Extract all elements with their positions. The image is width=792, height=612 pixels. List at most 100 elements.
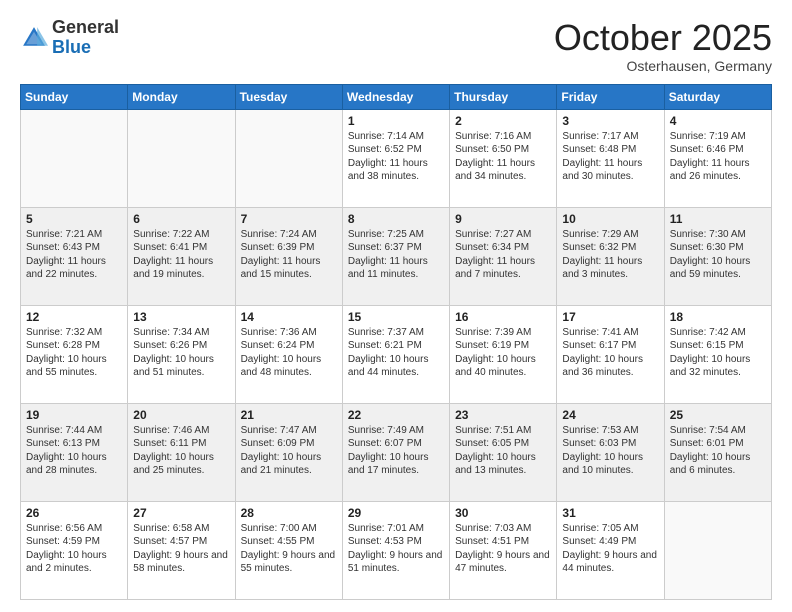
day-info: Sunrise: 7:14 AM Sunset: 6:52 PM Dayligh… <box>348 130 444 184</box>
day-number: 31 <box>562 506 658 520</box>
day-info: Sunrise: 7:37 AM Sunset: 6:21 PM Dayligh… <box>348 326 444 380</box>
day-info: Sunrise: 7:03 AM Sunset: 4:51 PM Dayligh… <box>455 522 551 576</box>
day-number: 26 <box>26 506 122 520</box>
day-info: Sunrise: 7:44 AM Sunset: 6:13 PM Dayligh… <box>26 424 122 478</box>
calendar-header-wednesday: Wednesday <box>342 84 449 109</box>
calendar-day-cell: 15 Sunrise: 7:37 AM Sunset: 6:21 PM Dayli… <box>342 305 449 403</box>
calendar-day-cell <box>128 109 235 207</box>
calendar-header-saturday: Saturday <box>664 84 771 109</box>
calendar-header-monday: Monday <box>128 84 235 109</box>
page: General Blue October 2025 Osterhausen, G… <box>0 0 792 612</box>
calendar-day-cell: 22 Sunrise: 7:49 AM Sunset: 6:07 PM Dayli… <box>342 403 449 501</box>
day-info: Sunrise: 7:30 AM Sunset: 6:30 PM Dayligh… <box>670 228 766 282</box>
day-number: 4 <box>670 114 766 128</box>
day-number: 9 <box>455 212 551 226</box>
calendar-week-row: 19 Sunrise: 7:44 AM Sunset: 6:13 PM Dayli… <box>21 403 772 501</box>
day-info: Sunrise: 7:05 AM Sunset: 4:49 PM Dayligh… <box>562 522 658 576</box>
calendar-week-row: 5 Sunrise: 7:21 AM Sunset: 6:43 PM Daylig… <box>21 207 772 305</box>
calendar-day-cell: 27 Sunrise: 6:58 AM Sunset: 4:57 PM Dayli… <box>128 501 235 599</box>
calendar-day-cell: 16 Sunrise: 7:39 AM Sunset: 6:19 PM Dayli… <box>450 305 557 403</box>
calendar-day-cell: 8 Sunrise: 7:25 AM Sunset: 6:37 PM Daylig… <box>342 207 449 305</box>
day-info: Sunrise: 7:49 AM Sunset: 6:07 PM Dayligh… <box>348 424 444 478</box>
calendar-header-sunday: Sunday <box>21 84 128 109</box>
calendar-day-cell: 24Sunrise: 7:53 AM Sunset: 6:03 PM Dayli… <box>557 403 664 501</box>
header: General Blue October 2025 Osterhausen, G… <box>20 18 772 74</box>
day-number: 15 <box>348 310 444 324</box>
day-number: 8 <box>348 212 444 226</box>
month-title: October 2025 <box>554 18 772 58</box>
day-info: Sunrise: 7:25 AM Sunset: 6:37 PM Dayligh… <box>348 228 444 282</box>
day-number: 13 <box>133 310 229 324</box>
calendar-day-cell: 10 Sunrise: 7:29 AM Sunset: 6:32 PM Dayli… <box>557 207 664 305</box>
calendar-day-cell: 13 Sunrise: 7:34 AM Sunset: 6:26 PM Dayli… <box>128 305 235 403</box>
calendar-day-cell: 1 Sunrise: 7:14 AM Sunset: 6:52 PM Daylig… <box>342 109 449 207</box>
day-number: 27 <box>133 506 229 520</box>
calendar-day-cell: 26Sunrise: 6:56 AM Sunset: 4:59 PM Dayli… <box>21 501 128 599</box>
calendar-day-cell: 14 Sunrise: 7:36 AM Sunset: 6:24 PM Dayli… <box>235 305 342 403</box>
day-number: 21 <box>241 408 337 422</box>
day-info: Sunrise: 7:51 AM Sunset: 6:05 PM Dayligh… <box>455 424 551 478</box>
day-info: Sunrise: 7:41 AM Sunset: 6:17 PM Dayligh… <box>562 326 658 380</box>
day-info: Sunrise: 7:29 AM Sunset: 6:32 PM Dayligh… <box>562 228 658 282</box>
day-number: 22 <box>348 408 444 422</box>
calendar-day-cell: 4 Sunrise: 7:19 AM Sunset: 6:46 PM Daylig… <box>664 109 771 207</box>
calendar-day-cell: 30Sunrise: 7:03 AM Sunset: 4:51 PM Dayli… <box>450 501 557 599</box>
day-info: Sunrise: 7:34 AM Sunset: 6:26 PM Dayligh… <box>133 326 229 380</box>
calendar-day-cell: 20 Sunrise: 7:46 AM Sunset: 6:11 PM Dayli… <box>128 403 235 501</box>
calendar-table: SundayMondayTuesdayWednesdayThursdayFrid… <box>20 84 772 600</box>
calendar-day-cell: 21 Sunrise: 7:47 AM Sunset: 6:09 PM Dayli… <box>235 403 342 501</box>
day-number: 1 <box>348 114 444 128</box>
day-info: Sunrise: 7:27 AM Sunset: 6:34 PM Dayligh… <box>455 228 551 282</box>
day-number: 10 <box>562 212 658 226</box>
day-number: 16 <box>455 310 551 324</box>
location-subtitle: Osterhausen, Germany <box>554 58 772 74</box>
calendar-week-row: 12Sunrise: 7:32 AM Sunset: 6:28 PM Dayli… <box>21 305 772 403</box>
calendar-day-cell: 18Sunrise: 7:42 AM Sunset: 6:15 PM Dayli… <box>664 305 771 403</box>
calendar-day-cell: 6 Sunrise: 7:22 AM Sunset: 6:41 PM Daylig… <box>128 207 235 305</box>
day-number: 14 <box>241 310 337 324</box>
calendar-day-cell <box>664 501 771 599</box>
day-info: Sunrise: 7:19 AM Sunset: 6:46 PM Dayligh… <box>670 130 766 184</box>
calendar-day-cell: 23 Sunrise: 7:51 AM Sunset: 6:05 PM Dayli… <box>450 403 557 501</box>
calendar-header-friday: Friday <box>557 84 664 109</box>
day-number: 3 <box>562 114 658 128</box>
day-info: Sunrise: 7:54 AM Sunset: 6:01 PM Dayligh… <box>670 424 766 478</box>
calendar-day-cell: 31 Sunrise: 7:05 AM Sunset: 4:49 PM Dayli… <box>557 501 664 599</box>
day-info: Sunrise: 7:24 AM Sunset: 6:39 PM Dayligh… <box>241 228 337 282</box>
calendar-day-cell: 7 Sunrise: 7:24 AM Sunset: 6:39 PM Daylig… <box>235 207 342 305</box>
day-number: 29 <box>348 506 444 520</box>
day-info: Sunrise: 7:01 AM Sunset: 4:53 PM Dayligh… <box>348 522 444 576</box>
day-info: Sunrise: 7:39 AM Sunset: 6:19 PM Dayligh… <box>455 326 551 380</box>
calendar-day-cell: 12Sunrise: 7:32 AM Sunset: 6:28 PM Dayli… <box>21 305 128 403</box>
day-info: Sunrise: 7:53 AM Sunset: 6:03 PM Dayligh… <box>562 424 658 478</box>
day-number: 23 <box>455 408 551 422</box>
day-number: 20 <box>133 408 229 422</box>
logo: General Blue <box>20 18 119 58</box>
day-number: 18 <box>670 310 766 324</box>
day-info: Sunrise: 7:21 AM Sunset: 6:43 PM Dayligh… <box>26 228 122 282</box>
logo-icon <box>20 24 48 52</box>
day-number: 19 <box>26 408 122 422</box>
day-info: Sunrise: 7:47 AM Sunset: 6:09 PM Dayligh… <box>241 424 337 478</box>
calendar-day-cell: 3 Sunrise: 7:17 AM Sunset: 6:48 PM Daylig… <box>557 109 664 207</box>
calendar-day-cell: 5 Sunrise: 7:21 AM Sunset: 6:43 PM Daylig… <box>21 207 128 305</box>
day-number: 7 <box>241 212 337 226</box>
logo-blue-text: Blue <box>52 37 91 57</box>
day-info: Sunrise: 7:36 AM Sunset: 6:24 PM Dayligh… <box>241 326 337 380</box>
calendar-week-row: 26Sunrise: 6:56 AM Sunset: 4:59 PM Dayli… <box>21 501 772 599</box>
day-number: 28 <box>241 506 337 520</box>
day-number: 6 <box>133 212 229 226</box>
day-number: 25 <box>670 408 766 422</box>
calendar-week-row: 1 Sunrise: 7:14 AM Sunset: 6:52 PM Daylig… <box>21 109 772 207</box>
calendar-day-cell: 28Sunrise: 7:00 AM Sunset: 4:55 PM Dayli… <box>235 501 342 599</box>
calendar-day-cell: 25 Sunrise: 7:54 AM Sunset: 6:01 PM Dayli… <box>664 403 771 501</box>
day-number: 12 <box>26 310 122 324</box>
day-info: Sunrise: 7:46 AM Sunset: 6:11 PM Dayligh… <box>133 424 229 478</box>
day-info: Sunrise: 7:17 AM Sunset: 6:48 PM Dayligh… <box>562 130 658 184</box>
day-number: 2 <box>455 114 551 128</box>
day-info: Sunrise: 7:22 AM Sunset: 6:41 PM Dayligh… <box>133 228 229 282</box>
day-info: Sunrise: 6:58 AM Sunset: 4:57 PM Dayligh… <box>133 522 229 576</box>
logo-general-text: General <box>52 17 119 37</box>
day-number: 5 <box>26 212 122 226</box>
calendar-header-thursday: Thursday <box>450 84 557 109</box>
